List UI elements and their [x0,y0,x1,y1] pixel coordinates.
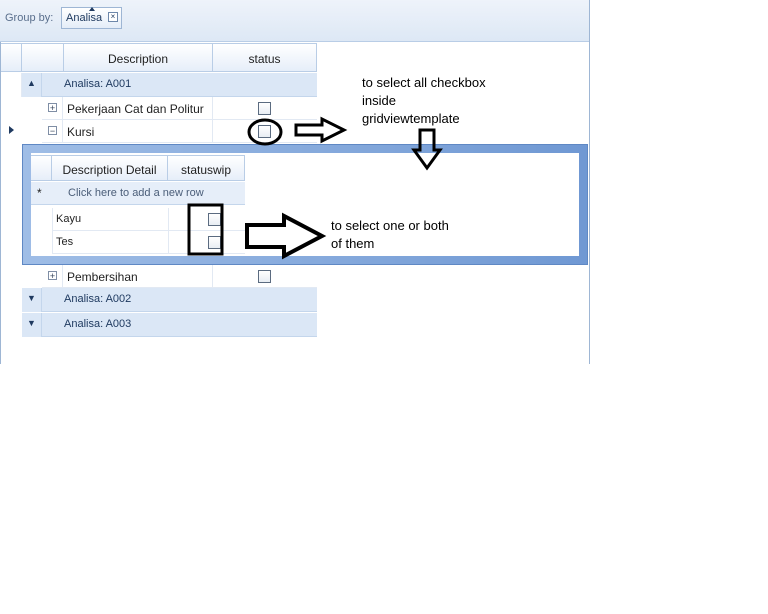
arrow-down-icon [411,128,443,171]
highlight-circle [247,118,283,146]
annotation-marks [187,116,443,260]
highlight-box [187,203,224,256]
arrow-right-icon [294,116,348,144]
arrow-right-large-icon [245,212,327,260]
